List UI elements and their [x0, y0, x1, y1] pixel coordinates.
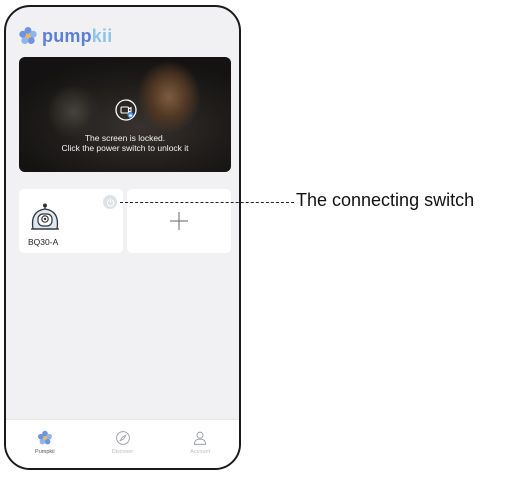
- flower-logo-icon: [19, 27, 37, 44]
- nav-label-account: Account: [190, 449, 211, 455]
- device-name: BQ30-A: [28, 237, 59, 247]
- lock-message-line2: Click the power switch to unlock it: [61, 143, 189, 153]
- camera-preview-card[interactable]: The screen is locked. Click the power sw…: [19, 57, 231, 172]
- device-tile-bq30a[interactable]: BQ30-A: [19, 189, 123, 253]
- baby-monitor-icon: [31, 203, 59, 230]
- nav-label-discover: Discover: [111, 449, 134, 455]
- lock-message: The screen is locked. Click the power sw…: [19, 133, 231, 153]
- annotation-label: The connecting switch: [296, 190, 475, 210]
- person-icon: [194, 431, 207, 445]
- bottom-navigation: Pumpkii Discover Account: [6, 419, 239, 468]
- brand-name: pumpkii: [42, 25, 113, 46]
- add-device-tile[interactable]: [127, 189, 231, 253]
- nav-tab-pumpkii[interactable]: Pumpkii: [6, 420, 84, 468]
- nav-label-pumpkii: Pumpkii: [35, 449, 55, 455]
- plus-icon: [170, 212, 188, 230]
- annotation-leader-line: [120, 202, 294, 203]
- power-switch-button[interactable]: [103, 195, 117, 209]
- lock-message-line1: The screen is locked.: [84, 133, 166, 143]
- power-icon: [106, 197, 114, 207]
- phone-frame: pumpkii The screen is locked. Click the …: [4, 5, 241, 470]
- flower-icon: [37, 430, 52, 445]
- camera-lock-icon: [115, 99, 137, 121]
- nav-tab-account[interactable]: Account: [161, 420, 239, 468]
- brand-logo: pumpkii: [18, 24, 112, 48]
- nav-tab-discover[interactable]: Discover: [84, 420, 162, 468]
- compass-icon: [115, 431, 130, 445]
